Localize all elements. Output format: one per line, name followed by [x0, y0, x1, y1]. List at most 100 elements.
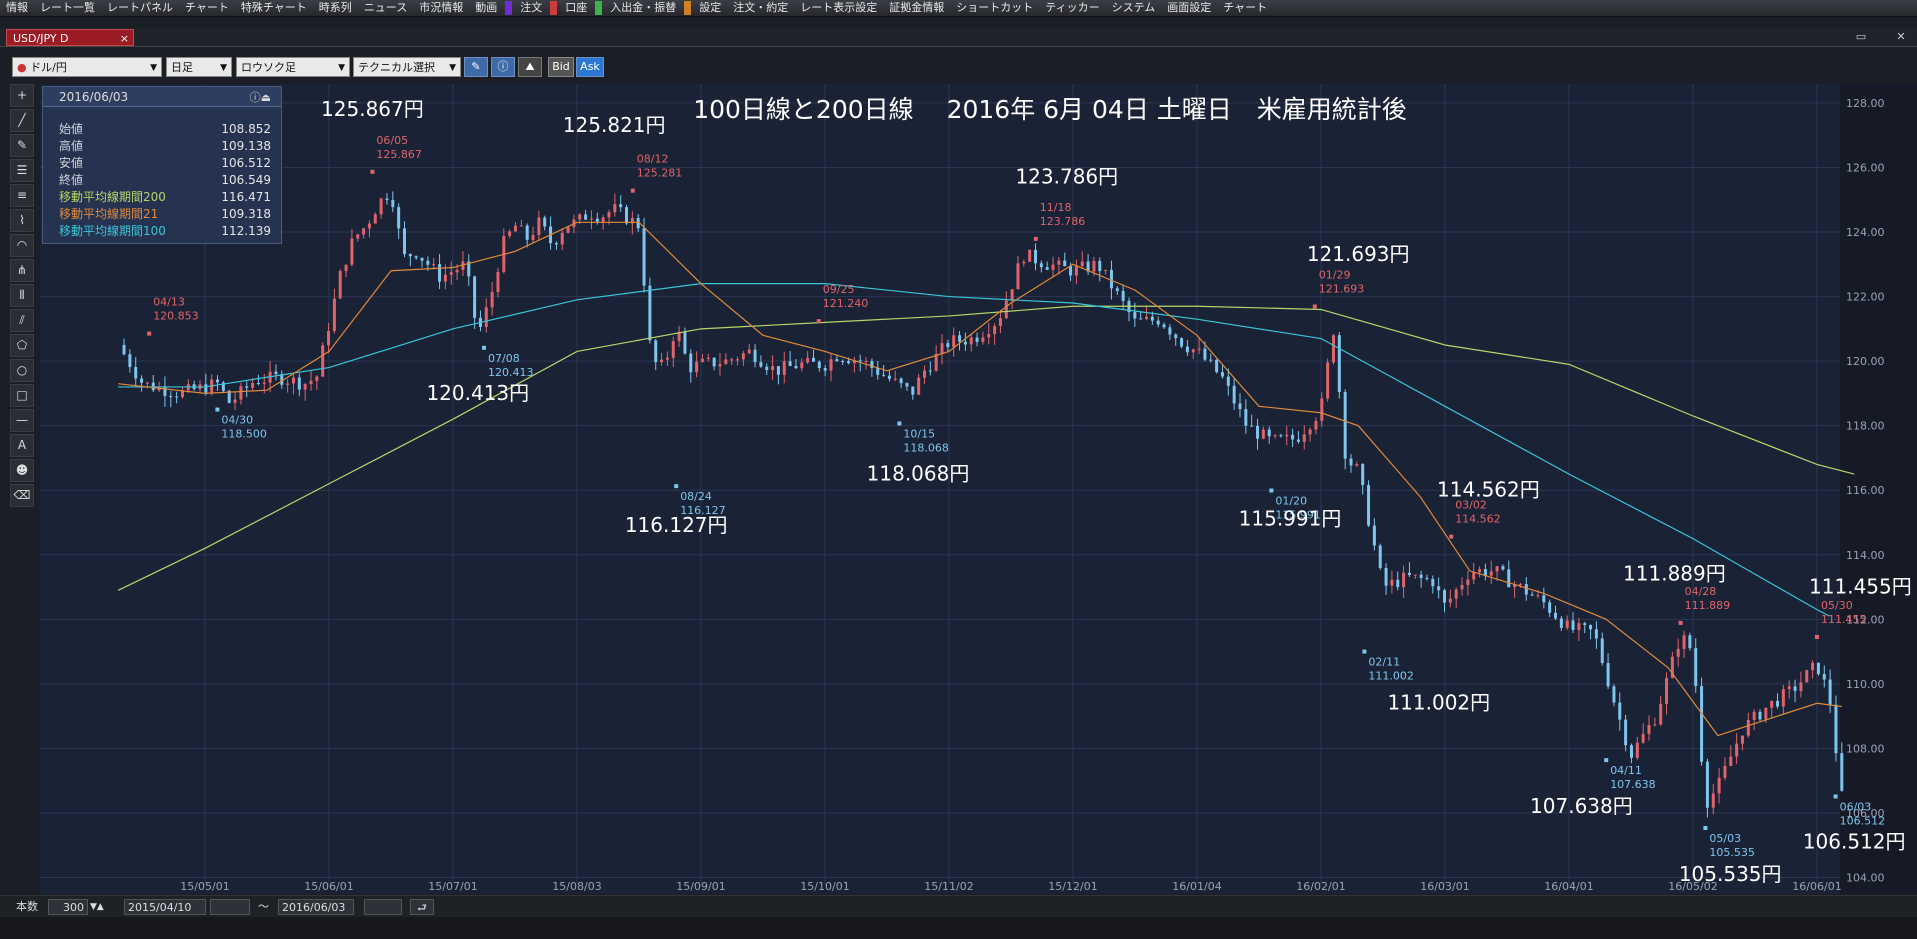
candle-body	[893, 378, 897, 380]
candle-body	[1793, 686, 1797, 691]
mountain-chart-icon[interactable]: ⛰	[518, 57, 542, 77]
ask-button[interactable]: Ask	[576, 57, 604, 77]
candle-body	[1185, 346, 1189, 353]
channel-tool-icon[interactable]: ≡	[10, 184, 34, 207]
candle-body	[1624, 719, 1628, 746]
arc-tool-icon[interactable]: ◠	[10, 234, 34, 257]
marker-date: 04/30	[221, 414, 253, 427]
text-tool-icon[interactable]: A	[10, 434, 34, 457]
candle-body	[1022, 261, 1026, 264]
info-icon[interactable]: ⓘ	[491, 57, 515, 77]
candle-body	[408, 254, 412, 257]
line-tool-icon[interactable]: ╱	[10, 109, 34, 132]
menu-item[interactable]: ショートカット	[950, 0, 1039, 16]
from-date-input[interactable]: 2015/04/10	[124, 899, 206, 915]
menu-item[interactable]: 注文・約定	[727, 0, 794, 16]
icon-tool-icon[interactable]: ☻	[10, 459, 34, 482]
menu-item[interactable]: 設定	[693, 0, 727, 16]
extreme-marker	[1362, 649, 1367, 654]
info-toggle-icon[interactable]: ⓘ⏏	[250, 89, 271, 105]
candle-body	[1735, 743, 1739, 757]
menu-item[interactable]: 入出金・振替	[604, 0, 682, 16]
x-tick-label: 16/02/01	[1296, 880, 1345, 893]
candle-body	[1676, 649, 1680, 657]
ruler-tool-icon[interactable]: ✎	[10, 134, 34, 157]
bid-button[interactable]: Bid	[548, 57, 574, 77]
y-tick-label: 120.00	[1846, 355, 1885, 368]
crosshair-tool-icon[interactable]: +	[10, 84, 34, 107]
circle-tool-icon[interactable]: ○	[10, 359, 34, 382]
candle-body	[829, 359, 833, 371]
close-icon[interactable]: ×	[120, 30, 129, 47]
count-input[interactable]: 300	[48, 899, 88, 915]
candle-body	[847, 361, 851, 364]
candle-body	[508, 231, 512, 236]
extreme-marker	[1269, 488, 1274, 493]
menu-item[interactable]: チャート	[179, 0, 235, 16]
count-stepper-icon[interactable]: ▼▲	[90, 899, 104, 915]
menu-item[interactable]: ティッカー	[1039, 0, 1105, 16]
x-tick-label: 16/06/01	[1792, 880, 1841, 893]
restore-icon[interactable]: ▭	[1853, 30, 1869, 43]
pen-icon[interactable]: ✎	[464, 57, 488, 77]
plot-background	[40, 84, 1840, 894]
candle-body	[817, 361, 821, 369]
price-annotation: 123.786円	[1015, 165, 1118, 189]
to-time-input[interactable]	[364, 899, 402, 915]
candle-body	[794, 365, 798, 369]
price-annotation: 121.693円	[1307, 242, 1410, 266]
menu-item[interactable]: 画面設定	[1161, 0, 1217, 16]
menu-item[interactable]: 特殊チャート	[235, 0, 313, 16]
menu-item[interactable]: システム	[1106, 0, 1162, 16]
to-date-input[interactable]: 2016/06/03	[278, 899, 354, 915]
fan-tool-icon[interactable]: ⌇	[10, 209, 34, 232]
candle-body	[169, 395, 173, 397]
pentagon-tool-icon[interactable]: ⬠	[10, 334, 34, 357]
candle-body	[1402, 572, 1406, 588]
gann-tool-icon[interactable]: ⫽	[10, 309, 34, 332]
technical-select[interactable]: テクニカル選択 ▼	[353, 57, 461, 77]
candle-body	[1355, 464, 1359, 466]
menu-item[interactable]: 時系列	[313, 0, 358, 16]
eraser-tool-icon[interactable]: ⌫	[10, 484, 34, 507]
menu-item[interactable]: レート表示設定	[794, 0, 883, 16]
candle-body	[1396, 579, 1400, 588]
currency-pair-select[interactable]: ● ドル/円 ▼	[12, 57, 162, 77]
candle-body	[473, 276, 477, 318]
pitchfork-tool-icon[interactable]: ⋔	[10, 259, 34, 282]
candle-body	[274, 371, 278, 375]
menu-item[interactable]: チャート	[1217, 0, 1273, 16]
apply-return-icon[interactable]: ⮐	[410, 899, 434, 915]
candle-body	[1098, 260, 1102, 272]
close-window-icon[interactable]: ✕	[1893, 30, 1909, 43]
from-time-input[interactable]	[210, 899, 250, 915]
chart-area[interactable]: 104.00106.00108.00110.00112.00114.00116.…	[40, 84, 1917, 894]
candle-body	[1811, 662, 1815, 671]
window-tab[interactable]: USD/JPY D ×	[6, 29, 134, 46]
candle-body	[1589, 625, 1593, 630]
marker-date: 04/13	[153, 296, 185, 309]
candle-body	[1215, 359, 1219, 373]
extreme-marker	[1703, 826, 1708, 831]
hlines-tool-icon[interactable]: ☰	[10, 159, 34, 182]
chart-type-select[interactable]: ロウソク足 ▼	[236, 57, 350, 77]
menu-item[interactable]: 情報	[0, 0, 34, 16]
candle-body	[1776, 700, 1780, 707]
chart-type-label: ロウソク足	[241, 61, 296, 74]
menu-item[interactable]: 動画	[469, 0, 503, 16]
menu-color-marker	[684, 1, 692, 15]
menu-item[interactable]: 市況情報	[413, 0, 469, 16]
rect-tool-icon[interactable]: □	[10, 384, 34, 407]
menu-item[interactable]: 注文	[514, 0, 548, 16]
candle-body	[1232, 385, 1236, 404]
menu-item[interactable]: 証拠金情報	[883, 0, 950, 16]
candle-body	[1419, 574, 1423, 578]
menu-item[interactable]: レートパネル	[101, 0, 179, 16]
marker-date: 06/05	[376, 134, 408, 147]
hline-tool-icon[interactable]: —	[10, 409, 34, 432]
period-select[interactable]: 日足 ▼	[166, 57, 232, 77]
cycle-tool-icon[interactable]: ⦀	[10, 284, 34, 307]
menu-item[interactable]: レート一覧	[34, 0, 101, 16]
menu-item[interactable]: ニュース	[358, 0, 413, 16]
menu-item[interactable]: 口座	[559, 0, 593, 16]
